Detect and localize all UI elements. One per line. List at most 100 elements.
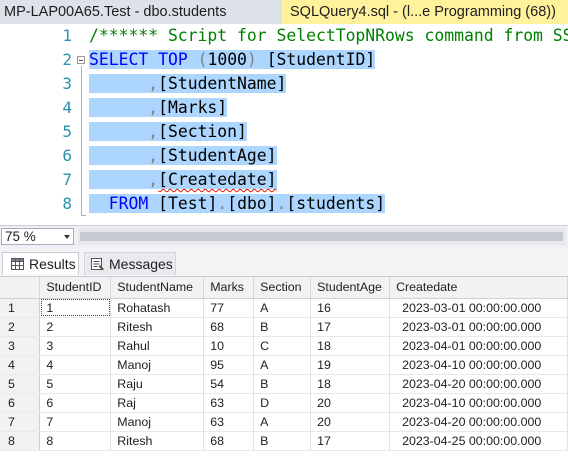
editor-zoom-bar: 75 % [0, 225, 568, 248]
results-table: StudentID StudentName Marks Section Stud… [0, 277, 568, 451]
tab-messages[interactable]: Messages [84, 252, 176, 275]
cell[interactable]: 2023-04-20 00:00:00.000 [389, 412, 568, 432]
cell[interactable]: Rohatash [110, 298, 205, 318]
table-row[interactable]: 1 1 Rohatash 77 A 16 2023-03-01 00:00:00… [0, 298, 568, 318]
cell[interactable]: 5 [39, 374, 112, 394]
zoom-level-dropdown[interactable]: 75 % [1, 228, 74, 245]
line-number: 3 [62, 74, 72, 93]
cell[interactable]: 63 [203, 412, 255, 432]
cell[interactable]: B [253, 317, 312, 337]
cell[interactable]: 4 [39, 355, 112, 375]
messages-icon [91, 258, 104, 271]
cell[interactable]: C [253, 336, 312, 356]
cell[interactable]: 2 [39, 317, 112, 337]
cell[interactable]: 95 [203, 355, 255, 375]
table-row[interactable]: 6 6 Raj 63 D 20 2023-04-10 00:00:00.000 [0, 393, 568, 413]
cell[interactable]: 2023-04-10 00:00:00.000 [389, 355, 568, 375]
keyword-from: FROM [108, 194, 149, 213]
cell[interactable]: 68 [203, 431, 255, 451]
cell[interactable]: 17 [310, 431, 391, 451]
column-header[interactable]: StudentID [39, 277, 112, 299]
corner-cell[interactable] [0, 277, 41, 299]
table-database: [Test] [158, 194, 218, 213]
cell[interactable]: 10 [203, 336, 255, 356]
column-section: [Section] [158, 122, 247, 141]
cell[interactable]: 77 [203, 298, 255, 318]
comma: , [148, 98, 159, 117]
column-header[interactable]: StudentName [110, 277, 205, 299]
table-row[interactable]: 8 8 Ritesh 68 B 17 2023-04-25 00:00:00.0… [0, 431, 568, 451]
collapse-toggle-icon[interactable] [77, 56, 85, 64]
cell[interactable]: 2023-03-01 00:00:00.000 [389, 298, 568, 318]
cell[interactable]: B [253, 374, 312, 394]
row-number[interactable]: 4 [0, 355, 41, 375]
row-number[interactable]: 1 [0, 298, 41, 318]
cell[interactable]: 8 [39, 431, 112, 451]
table-row[interactable]: 2 2 Ritesh 68 B 17 2023-03-01 00:00:00.0… [0, 317, 568, 337]
cell[interactable]: 2023-03-01 00:00:00.000 [389, 317, 568, 337]
cell[interactable]: Ritesh [110, 317, 205, 337]
chevron-down-icon[interactable] [64, 235, 70, 239]
row-number[interactable]: 5 [0, 374, 41, 394]
cell[interactable]: 6 [39, 393, 112, 413]
column-header[interactable]: Section [253, 277, 312, 299]
row-number[interactable]: 8 [0, 431, 41, 451]
cell[interactable]: Raju [110, 374, 205, 394]
cell[interactable]: 2023-04-25 00:00:00.000 [389, 431, 568, 451]
cell[interactable]: 2023-04-01 00:00:00.000 [389, 336, 568, 356]
cell[interactable]: 54 [203, 374, 255, 394]
cell[interactable]: Manoj [110, 412, 205, 432]
table-row[interactable]: 5 5 Raju 54 B 18 2023-04-20 00:00:00.000 [0, 374, 568, 394]
cell[interactable]: 18 [310, 374, 391, 394]
tab-sql-query[interactable]: SQLQuery4.sql - (l...e Programming (68)) [282, 0, 568, 24]
cell[interactable]: 16 [310, 298, 391, 318]
table-row[interactable]: 7 7 Manoj 63 A 20 2023-04-20 00:00:00.00… [0, 412, 568, 432]
cell[interactable]: Rahul [110, 336, 205, 356]
cell[interactable]: 19 [310, 355, 391, 375]
scrollbar-thumb[interactable] [80, 232, 563, 241]
horizontal-scrollbar[interactable] [78, 228, 566, 245]
cell[interactable]: 20 [310, 412, 391, 432]
row-number[interactable]: 6 [0, 393, 41, 413]
cell[interactable]: A [253, 412, 312, 432]
cell[interactable]: 2023-04-20 00:00:00.000 [389, 374, 568, 394]
table-row[interactable]: 4 4 Manoj 95 A 19 2023-04-10 00:00:00.00… [0, 355, 568, 375]
table-schema: [dbo] [227, 194, 277, 213]
outline-fold-end [81, 215, 86, 216]
outline-fold-line [81, 66, 82, 216]
line-number: 4 [62, 98, 72, 117]
selected-text: ,[StudentName] [89, 74, 287, 93]
column-header[interactable]: Createdate [389, 277, 568, 299]
cell[interactable]: Ritesh [110, 431, 205, 451]
row-number[interactable]: 7 [0, 412, 41, 432]
cell[interactable]: 3 [39, 336, 112, 356]
comma: , [148, 74, 159, 93]
cell[interactable]: 17 [310, 317, 391, 337]
line-number-gutter: 1 2 3 4 5 6 7 8 [0, 24, 88, 225]
cell[interactable]: D [253, 393, 312, 413]
selected-text: ,[Section] [89, 122, 247, 141]
tab-table-design[interactable]: MP-LAP00A65.Test - dbo.students [0, 0, 282, 24]
cell[interactable]: A [253, 298, 312, 318]
results-grid[interactable]: StudentID StudentName Marks Section Stud… [0, 277, 568, 465]
row-number[interactable]: 2 [0, 317, 41, 337]
tab-results[interactable]: Results [2, 252, 79, 275]
cell[interactable]: B [253, 431, 312, 451]
cell[interactable]: Manoj [110, 355, 205, 375]
table-name: [students] [286, 194, 386, 213]
cell[interactable]: 20 [310, 393, 391, 413]
column-header[interactable]: StudentAge [310, 277, 391, 299]
column-header[interactable]: Marks [203, 277, 255, 299]
query-editor[interactable]: 1 2 3 4 5 6 7 8 /****** Script for Selec… [0, 24, 568, 225]
cell[interactable]: A [253, 355, 312, 375]
cell[interactable]: 1 [39, 298, 112, 318]
cell[interactable]: Raj [110, 393, 205, 413]
cell[interactable]: 7 [39, 412, 112, 432]
cell[interactable]: 63 [203, 393, 255, 413]
cell[interactable]: 68 [203, 317, 255, 337]
cell[interactable]: 2023-04-10 00:00:00.000 [389, 393, 568, 413]
table-row[interactable]: 3 3 Rahul 10 C 18 2023-04-01 00:00:00.00… [0, 336, 568, 356]
row-number[interactable]: 3 [0, 336, 41, 356]
cell[interactable]: 18 [310, 336, 391, 356]
code-line-7: ,[Createdate] [89, 168, 277, 192]
